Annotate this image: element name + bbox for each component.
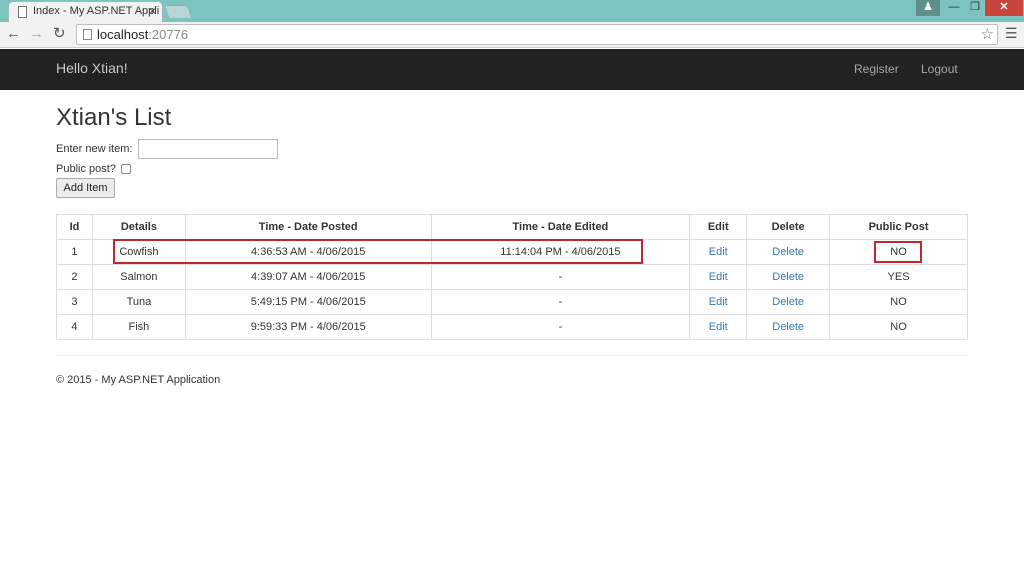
delete-link[interactable]: Delete xyxy=(746,314,831,340)
cell-public-post: YES xyxy=(829,264,968,290)
add-item-button[interactable]: Add Item xyxy=(56,178,115,198)
column-header-edit: Edit xyxy=(689,214,748,240)
browser-title-bar: Index - My ASP.NET Appli × ♟ — ❐ ✕ xyxy=(0,0,1024,22)
cell-id: 2 xyxy=(56,264,93,290)
highlight-edited-row-box xyxy=(113,239,643,264)
cell-id: 4 xyxy=(56,314,93,340)
column-header-date-posted: Time - Date Posted xyxy=(184,214,432,240)
delete-link[interactable]: Delete xyxy=(746,264,831,290)
page-icon xyxy=(18,6,27,18)
column-header-details: Details xyxy=(91,214,186,240)
cell-date-posted: 4:39:07 AM - 4/06/2015 xyxy=(184,264,432,290)
cell-details: Tuna xyxy=(91,289,186,315)
tab-close-icon[interactable]: × xyxy=(149,2,156,21)
logout-link[interactable]: Logout xyxy=(921,62,958,76)
edit-link[interactable]: Edit xyxy=(689,239,748,265)
edit-link[interactable]: Edit xyxy=(689,314,748,340)
navbar: Hello Xtian! Register Logout xyxy=(0,49,1024,90)
cell-date-edited: - xyxy=(430,264,691,290)
cell-details: Fish xyxy=(91,314,186,340)
new-tab-button[interactable] xyxy=(163,5,193,18)
footer-divider xyxy=(56,355,968,356)
url-port: :20776 xyxy=(148,27,189,42)
close-icon[interactable]: ✕ xyxy=(985,0,1023,16)
maximize-icon[interactable]: ❐ xyxy=(965,0,985,16)
url-text[interactable]: localhost:20776 xyxy=(97,27,188,42)
items-table: Id Details Time - Date Posted Time - Dat… xyxy=(56,214,968,340)
new-item-input[interactable] xyxy=(138,139,278,159)
cell-date-posted: 9:59:33 PM - 4/06/2015 xyxy=(184,314,432,340)
cell-id: 1 xyxy=(56,239,93,265)
table-row: 2 Salmon 4:39:07 AM - 4/06/2015 - Edit D… xyxy=(56,264,968,290)
highlight-public-post-box xyxy=(874,241,922,263)
back-arrow-icon[interactable]: ← xyxy=(6,25,21,43)
minimize-icon[interactable]: — xyxy=(943,0,965,16)
delete-link[interactable]: Delete xyxy=(746,289,831,315)
browser-tab[interactable]: Index - My ASP.NET Appli × xyxy=(8,1,163,22)
cell-public-post: NO xyxy=(829,314,968,340)
navbar-brand[interactable]: Hello Xtian! xyxy=(56,60,128,76)
new-item-label: Enter new item: xyxy=(56,143,133,155)
footer-text: © 2015 - My ASP.NET Application xyxy=(56,374,221,386)
cell-details: Salmon xyxy=(91,264,186,290)
user-icon[interactable]: ♟ xyxy=(916,0,940,16)
edit-link[interactable]: Edit xyxy=(689,289,748,315)
edit-link[interactable]: Edit xyxy=(689,264,748,290)
cell-public-post: NO xyxy=(829,289,968,315)
register-link[interactable]: Register xyxy=(854,62,899,76)
page-title: Xtian's List xyxy=(56,104,172,131)
reload-icon[interactable]: ↻ xyxy=(53,25,66,43)
address-bar[interactable]: localhost:20776 ☆ xyxy=(76,24,998,45)
public-post-label: Public post? xyxy=(56,163,116,175)
forward-arrow-icon[interactable]: → xyxy=(29,25,44,43)
table-row: 4 Fish 9:59:33 PM - 4/06/2015 - Edit Del… xyxy=(56,314,968,340)
menu-icon[interactable]: ☰ xyxy=(1005,25,1018,42)
public-post-checkbox[interactable] xyxy=(121,164,131,174)
column-header-delete: Delete xyxy=(746,214,831,240)
table-row: 3 Tuna 5:49:15 PM - 4/06/2015 - Edit Del… xyxy=(56,289,968,315)
cell-date-posted: 5:49:15 PM - 4/06/2015 xyxy=(184,289,432,315)
cell-id: 3 xyxy=(56,289,93,315)
tab-title: Index - My ASP.NET Appli xyxy=(33,5,160,17)
cell-date-edited: - xyxy=(430,289,691,315)
url-host: localhost xyxy=(97,27,149,42)
cell-date-edited: - xyxy=(430,314,691,340)
delete-link[interactable]: Delete xyxy=(746,239,831,265)
column-header-public-post: Public Post xyxy=(829,214,968,240)
address-toolbar: ← → ↻ localhost:20776 ☆ ☰ xyxy=(0,22,1024,48)
column-header-date-edited: Time - Date Edited xyxy=(430,214,691,240)
page-icon xyxy=(83,29,92,40)
star-icon[interactable]: ☆ xyxy=(981,25,994,43)
table-header-row: Id Details Time - Date Posted Time - Dat… xyxy=(56,214,968,240)
column-header-id: Id xyxy=(56,214,93,240)
